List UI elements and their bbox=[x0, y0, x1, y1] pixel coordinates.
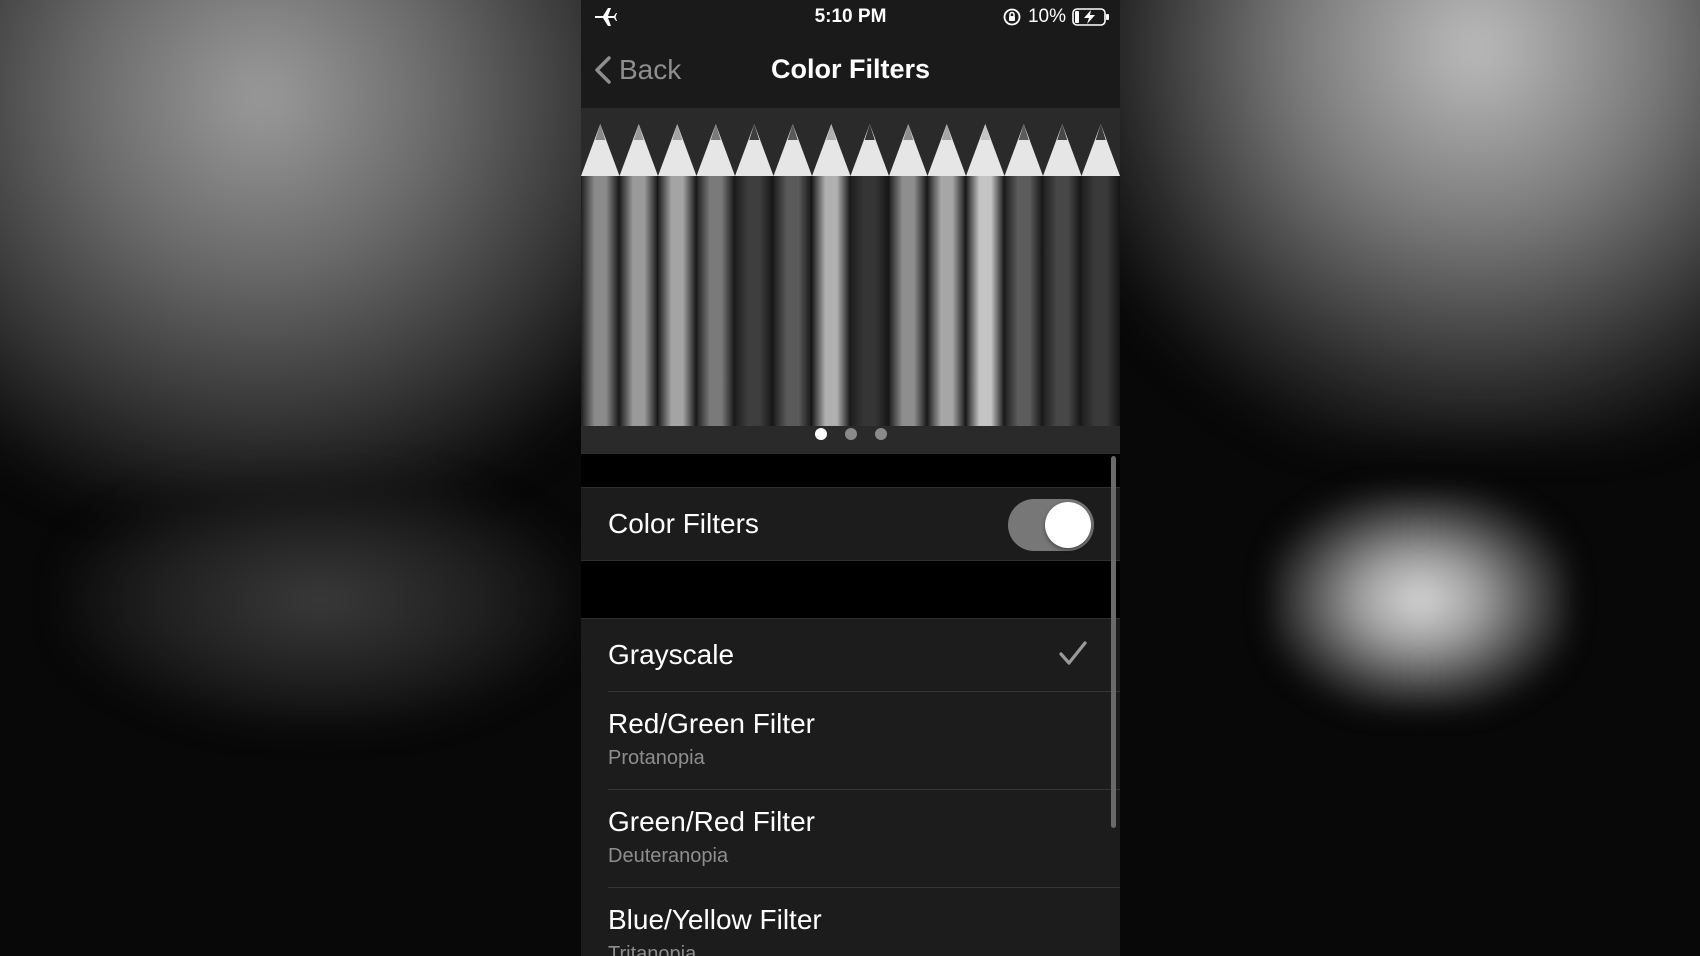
filter-preview-carousel[interactable] bbox=[581, 108, 1120, 454]
filter-name: Red/Green Filter bbox=[608, 708, 815, 739]
pencil-lead bbox=[826, 124, 837, 140]
pencil-body bbox=[889, 176, 928, 426]
page-title: Color Filters bbox=[770, 54, 931, 84]
pencil-lead bbox=[672, 124, 683, 140]
orientation-lock-icon bbox=[1003, 8, 1021, 26]
pencil-lead bbox=[980, 124, 991, 140]
color-filters-label: Color Filters bbox=[608, 508, 759, 539]
filter-name: Blue/Yellow Filter bbox=[608, 904, 822, 935]
pencil-body bbox=[1004, 176, 1043, 426]
filter-name: Grayscale bbox=[608, 639, 735, 670]
pencil-lead bbox=[749, 124, 760, 140]
scrollbar[interactable] bbox=[1111, 456, 1116, 828]
pencil-body bbox=[581, 176, 620, 426]
pencil-body bbox=[1081, 176, 1120, 426]
pencil-body bbox=[1043, 176, 1082, 426]
status-bar: 5:10 PM 10% bbox=[581, 0, 1120, 36]
filter-name: Green/Red Filter bbox=[608, 806, 815, 837]
battery-charging-icon bbox=[1072, 8, 1109, 26]
pencil-lead bbox=[903, 124, 914, 140]
pencil-body bbox=[658, 176, 697, 426]
pencils-preview-image bbox=[581, 124, 1120, 426]
pencil-body bbox=[927, 176, 966, 426]
pencil-body bbox=[812, 176, 851, 426]
pencil-body bbox=[966, 176, 1005, 426]
background-glow-right bbox=[1270, 490, 1570, 710]
page-dot-3[interactable] bbox=[874, 428, 887, 440]
pencil-lead bbox=[864, 124, 875, 140]
filter-item-grayscale[interactable]: Grayscale bbox=[581, 619, 1120, 692]
pencil-lead bbox=[710, 124, 721, 140]
filter-item-red-green[interactable]: Red/Green Filter Protanopia bbox=[581, 692, 1120, 790]
filter-subtitle: Protanopia bbox=[608, 747, 705, 769]
background-blur-right bbox=[1080, 0, 1700, 440]
color-filters-toggle-row: Color Filters bbox=[581, 487, 1120, 561]
pencil-lead bbox=[1018, 124, 1029, 140]
pencil-body bbox=[619, 176, 658, 426]
page-dot-2[interactable] bbox=[844, 428, 857, 440]
pencil-body bbox=[850, 176, 889, 426]
filter-list: Grayscale Red/Green Filter Protanopia Gr… bbox=[581, 618, 1120, 956]
pencil-lead bbox=[1057, 124, 1068, 140]
status-right-group: 10% bbox=[1002, 5, 1110, 29]
battery-percent: 10% bbox=[1027, 6, 1066, 27]
filter-item-green-red[interactable]: Green/Red Filter Deuteranopia bbox=[581, 790, 1120, 888]
background-blur-left bbox=[0, 0, 680, 500]
pencil-body bbox=[696, 176, 735, 426]
phone-screen: 5:10 PM 10% Back Color Filters Color Fil… bbox=[581, 0, 1120, 956]
pencil-lead bbox=[787, 124, 798, 140]
checkmark-icon bbox=[1059, 641, 1087, 665]
pencil-lead bbox=[941, 124, 952, 140]
switch-knob bbox=[1045, 502, 1091, 548]
background-blur-left-lower bbox=[60, 470, 580, 730]
page-indicator[interactable] bbox=[581, 428, 1120, 440]
filter-item-blue-yellow[interactable]: Blue/Yellow Filter Tritanopia bbox=[581, 888, 1120, 956]
filter-subtitle: Tritanopia bbox=[608, 943, 697, 956]
pencil-lead bbox=[1095, 124, 1106, 140]
page-dot-1[interactable] bbox=[814, 428, 827, 440]
filter-subtitle: Deuteranopia bbox=[608, 845, 729, 867]
pencil-body bbox=[735, 176, 774, 426]
color-filters-switch[interactable] bbox=[1008, 499, 1094, 551]
navigation-bar: Back Color Filters bbox=[581, 36, 1120, 108]
pencil-lead bbox=[595, 124, 606, 140]
pencil-lead bbox=[633, 124, 644, 140]
pencil-body bbox=[773, 176, 812, 426]
